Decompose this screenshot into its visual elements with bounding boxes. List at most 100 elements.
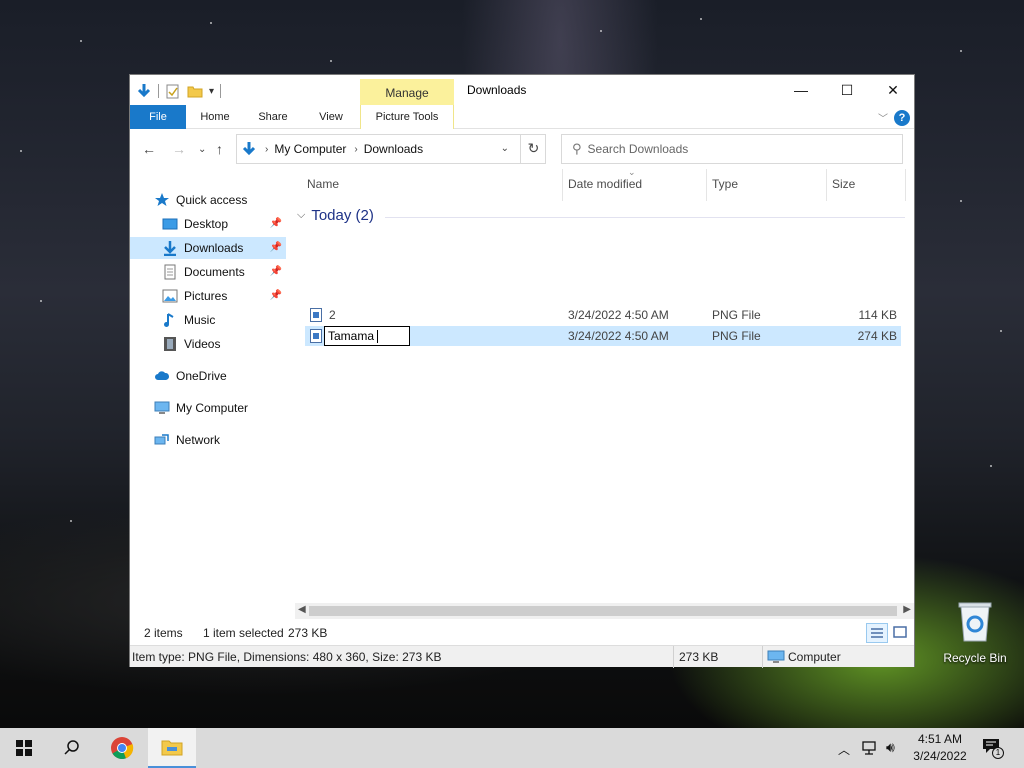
large-icons-view-button[interactable] bbox=[890, 623, 912, 643]
sidebar-item-onedrive[interactable]: OneDrive bbox=[154, 365, 284, 387]
scroll-right-arrow-icon[interactable]: ▶ bbox=[903, 604, 911, 615]
tab-file[interactable]: File bbox=[130, 105, 186, 129]
notification-count-badge: 1 bbox=[992, 747, 1004, 759]
file-date-modified: 3/24/2022 4:50 AM bbox=[568, 329, 669, 343]
sidebar-item-downloads[interactable]: Downloads 📌 bbox=[130, 237, 286, 259]
tab-view[interactable]: View bbox=[308, 105, 354, 129]
properties-icon[interactable] bbox=[165, 83, 181, 99]
sidebar-item-network[interactable]: Network bbox=[154, 429, 284, 451]
customize-toolbar-chevron-icon[interactable]: ▾ bbox=[209, 86, 214, 97]
table-row[interactable]: 2 3/24/2022 4:50 AM PNG File 114 KB bbox=[305, 305, 901, 325]
column-divider[interactable] bbox=[826, 169, 827, 201]
search-button[interactable] bbox=[48, 728, 96, 768]
tab-home[interactable]: Home bbox=[192, 105, 238, 129]
breadcrumb-downloads[interactable]: Downloads bbox=[364, 142, 423, 156]
recent-locations-chevron-icon[interactable]: ⌄ bbox=[198, 144, 206, 155]
breadcrumb-my-computer[interactable]: My Computer bbox=[274, 142, 346, 156]
file-explorer-window: ▾ Manage Downloads — ☐ ✕ File Home Share… bbox=[129, 74, 915, 668]
collapse-chevron-icon[interactable]: ⌵ bbox=[297, 209, 305, 222]
new-folder-icon[interactable] bbox=[187, 83, 203, 99]
search-input[interactable] bbox=[587, 142, 878, 156]
table-row[interactable]: Tamama 3/24/2022 4:50 AM PNG File 274 KB bbox=[305, 326, 901, 346]
scrollbar-thumb[interactable] bbox=[309, 606, 897, 616]
file-size: 114 KB bbox=[858, 308, 897, 322]
item-count: 2 items bbox=[144, 626, 183, 640]
details-divider bbox=[762, 646, 763, 668]
volume-icon[interactable]: 🔊︎ bbox=[886, 739, 895, 756]
file-explorer-taskbar-button[interactable] bbox=[148, 728, 196, 768]
file-size: 274 KB bbox=[857, 329, 897, 343]
sidebar-item-label: Videos bbox=[184, 337, 221, 351]
close-icon: ✕ bbox=[887, 81, 899, 98]
documents-icon bbox=[164, 264, 176, 280]
tab-picture-tools[interactable]: Picture Tools bbox=[360, 105, 454, 129]
forward-arrow-icon[interactable]: → bbox=[172, 141, 186, 157]
network-status-icon[interactable] bbox=[862, 740, 880, 756]
sidebar-item-label: Downloads bbox=[184, 241, 244, 255]
sidebar-item-quick-access[interactable]: Quick access bbox=[154, 189, 284, 211]
rename-input[interactable]: Tamama bbox=[324, 326, 410, 346]
search-box[interactable]: ⚲ bbox=[561, 134, 903, 164]
maximize-button[interactable]: ☐ bbox=[824, 75, 870, 105]
help-icon[interactable]: ? bbox=[894, 110, 910, 126]
refresh-button[interactable]: ↻ bbox=[520, 134, 546, 164]
sidebar-item-my-computer[interactable]: My Computer bbox=[154, 397, 284, 419]
details-location: Computer bbox=[788, 650, 841, 664]
sidebar-item-music[interactable]: Music bbox=[162, 309, 286, 331]
column-header-size[interactable]: Size bbox=[832, 177, 855, 191]
column-header-date-modified[interactable]: Date modified bbox=[568, 177, 642, 191]
sidebar-item-pictures[interactable]: Pictures 📌 bbox=[162, 285, 286, 307]
download-arrow-icon[interactable] bbox=[136, 83, 152, 99]
column-divider[interactable] bbox=[562, 169, 563, 201]
show-hidden-icons-chevron-icon[interactable]: ︿ bbox=[838, 741, 850, 758]
column-divider[interactable] bbox=[706, 169, 707, 201]
tab-manage[interactable]: Manage bbox=[360, 79, 454, 105]
start-button[interactable] bbox=[0, 728, 48, 768]
address-dropdown-chevron-icon[interactable]: ⌄ bbox=[501, 143, 509, 154]
sidebar-item-videos[interactable]: Videos bbox=[162, 333, 286, 355]
breadcrumb-separator-icon[interactable]: › bbox=[265, 144, 268, 155]
file-type: PNG File bbox=[712, 329, 761, 343]
file-name: 2 bbox=[329, 308, 336, 322]
computer-icon bbox=[154, 401, 170, 414]
minimize-icon: — bbox=[794, 82, 808, 98]
group-header-today[interactable]: ⌵ Today (2) bbox=[297, 207, 374, 224]
pictures-icon bbox=[162, 289, 178, 303]
tab-share[interactable]: Share bbox=[250, 105, 296, 129]
selection-size: 273 KB bbox=[288, 626, 328, 640]
close-button[interactable]: ✕ bbox=[870, 75, 916, 105]
recycle-bin-shortcut[interactable]: Recycle Bin bbox=[940, 600, 1010, 665]
desktop-icon bbox=[162, 218, 178, 230]
horizontal-scrollbar[interactable]: ◀ ▶ bbox=[295, 603, 914, 619]
clock[interactable]: 4:51 AM 3/24/2022 bbox=[908, 731, 972, 765]
up-arrow-icon[interactable]: ↑ bbox=[216, 141, 223, 157]
search-icon bbox=[64, 740, 79, 755]
title-bar[interactable]: ▾ Manage Downloads — ☐ ✕ bbox=[130, 75, 914, 105]
minimize-button[interactable]: — bbox=[778, 75, 824, 105]
ribbon-tabs: File Home Share View Picture Tools ﹀ ? bbox=[130, 105, 914, 129]
breadcrumb-separator-icon[interactable]: › bbox=[354, 144, 357, 155]
address-bar[interactable]: › My Computer › Downloads ⌄ bbox=[236, 134, 546, 164]
sidebar-item-label: Pictures bbox=[184, 289, 228, 303]
notifications-button[interactable]: 1 bbox=[982, 738, 1004, 759]
expand-ribbon-chevron-icon[interactable]: ﹀ bbox=[878, 110, 888, 125]
pin-icon: 📌 bbox=[269, 266, 282, 277]
sidebar-item-label: Quick access bbox=[176, 193, 248, 207]
sidebar-item-label: My Computer bbox=[176, 401, 249, 415]
column-header-type[interactable]: Type bbox=[712, 177, 738, 191]
back-arrow-icon[interactable]: ← bbox=[142, 141, 156, 157]
scroll-left-arrow-icon[interactable]: ◀ bbox=[298, 604, 306, 615]
column-divider[interactable] bbox=[905, 169, 906, 201]
chrome-taskbar-button[interactable] bbox=[98, 728, 146, 768]
group-label: Today (2) bbox=[311, 207, 374, 224]
chrome-icon bbox=[111, 737, 134, 759]
maximize-icon: ☐ bbox=[840, 81, 854, 98]
details-view-button[interactable] bbox=[866, 623, 888, 643]
sidebar-item-documents[interactable]: Documents 📌 bbox=[162, 261, 286, 283]
column-header-name[interactable]: Name bbox=[307, 177, 339, 191]
sidebar-item-label: Desktop bbox=[184, 217, 229, 231]
sidebar-item-desktop[interactable]: Desktop 📌 bbox=[162, 213, 286, 235]
details-divider bbox=[673, 646, 674, 668]
recycle-bin-label: Recycle Bin bbox=[943, 651, 1007, 665]
refresh-icon: ↻ bbox=[527, 140, 540, 156]
